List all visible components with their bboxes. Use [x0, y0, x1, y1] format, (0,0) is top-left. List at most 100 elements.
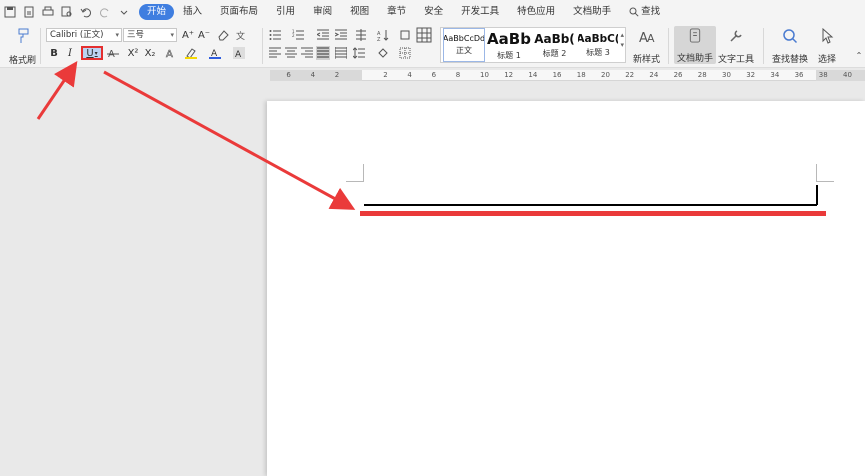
tab-doc-assistant[interactable]: 文档助手: [564, 4, 620, 20]
cursor-arrow-icon: [822, 28, 834, 44]
strikethrough-icon: A: [107, 49, 119, 59]
grow-font-button[interactable]: A⁺: [181, 28, 195, 42]
export-pdf-icon[interactable]: [21, 4, 37, 20]
char-shading-button[interactable]: A: [232, 46, 246, 60]
clear-format-button[interactable]: [216, 28, 230, 42]
justify-button[interactable]: [316, 46, 330, 60]
italic-button[interactable]: I: [63, 46, 77, 60]
find-replace-button[interactable]: 查找替换: [772, 28, 808, 65]
align-right-button[interactable]: [300, 46, 314, 60]
ruler-number: 2: [334, 71, 340, 79]
ruler-number: 22: [625, 71, 635, 79]
superscript-button[interactable]: X²: [126, 46, 140, 60]
tab-features[interactable]: 特色应用: [508, 4, 564, 20]
ruler-number: 28: [697, 71, 707, 79]
shrink-font-button[interactable]: A⁻: [197, 28, 211, 42]
search-tab[interactable]: 查找: [620, 4, 669, 20]
format-painter-button[interactable]: 格式刷: [9, 28, 36, 66]
print-icon[interactable]: [40, 4, 56, 20]
doc-assistant-label: 文档助手: [676, 54, 713, 64]
tab-home[interactable]: 开始: [139, 4, 175, 20]
document-page[interactable]: [267, 101, 865, 476]
superscript-label: X²: [127, 47, 139, 59]
style-normal[interactable]: AaBbCcDd 正文: [443, 28, 485, 62]
numbered-list-button[interactable]: 12: [291, 28, 305, 42]
text-effect-button[interactable]: A: [164, 46, 178, 60]
text-tools-button[interactable]: 文字工具: [718, 28, 754, 65]
style-heading-2[interactable]: AaBb( 标题 2: [532, 28, 577, 62]
shading-button[interactable]: [376, 46, 390, 60]
align-left-button[interactable]: [268, 46, 282, 60]
line-spacing-button[interactable]: [352, 46, 366, 60]
new-style-label: 新样式: [633, 55, 661, 65]
svg-text:2: 2: [292, 33, 295, 38]
font-name-select[interactable]: Calibri (正文) ▾: [46, 28, 122, 42]
chinese-layout-icon: [356, 29, 366, 41]
annotation-highlight-bar: [360, 211, 826, 216]
customize-dropdown-icon[interactable]: [116, 4, 132, 20]
redo-icon[interactable]: [97, 4, 113, 20]
borders-button[interactable]: [398, 46, 412, 60]
tab-references[interactable]: 引用: [267, 4, 304, 20]
ruler-margin-left: [270, 70, 362, 81]
tab-security[interactable]: 安全: [415, 4, 452, 20]
phonetic-guide-button[interactable]: 文: [234, 28, 248, 42]
annotation-arrow-underline: [36, 61, 78, 120]
style-heading-3[interactable]: AaBbC( 标题 3: [578, 28, 618, 62]
tab-insert[interactable]: 插入: [174, 4, 211, 20]
search-label: 查找: [641, 6, 661, 17]
subscript-button[interactable]: X₂: [143, 46, 157, 60]
styles-scroll[interactable]: ▴ ▾: [620, 30, 624, 50]
separator: [668, 28, 669, 64]
format-painter-label: 格式刷: [9, 56, 37, 66]
distribute-button[interactable]: [334, 46, 348, 60]
decrease-indent-button[interactable]: [316, 28, 330, 42]
style-heading-1[interactable]: AaBb 标题 1: [487, 28, 531, 62]
undo-icon[interactable]: [78, 4, 94, 20]
align-right-icon: [301, 47, 313, 58]
show-marks-button[interactable]: [398, 28, 412, 42]
svg-text:A: A: [235, 50, 242, 59]
underline-button[interactable]: U ▾: [81, 46, 103, 60]
style-preview: AaBbCcDd: [443, 34, 485, 43]
search-icon: [629, 7, 639, 17]
eraser-icon: [218, 30, 229, 41]
print-preview-icon[interactable]: [59, 4, 75, 20]
align-center-button[interactable]: [284, 46, 298, 60]
tab-view[interactable]: 视图: [341, 4, 378, 20]
ribbon-collapse-icon[interactable]: ⌃: [852, 48, 865, 62]
svg-text:Z: Z: [377, 37, 381, 41]
chinese-layout-button[interactable]: [354, 28, 368, 42]
tab-review[interactable]: 审阅: [304, 4, 341, 20]
magnifier-icon: [783, 29, 798, 44]
margin-corner-top-right: [816, 164, 834, 182]
doc-assistant-button[interactable]: 文档助手: [674, 26, 716, 64]
ruler-number: 16: [552, 71, 562, 79]
new-style-button[interactable]: AA 新样式: [633, 28, 660, 65]
increase-indent-button[interactable]: [334, 28, 348, 42]
font-size-select[interactable]: 三号 ▾: [123, 28, 177, 42]
strikethrough-button[interactable]: A: [106, 46, 120, 60]
highlight-button[interactable]: [184, 46, 198, 60]
bold-button[interactable]: B: [47, 46, 61, 60]
grow-font-label: A⁺: [181, 29, 195, 41]
ruler-number: 18: [576, 71, 586, 79]
tab-developer[interactable]: 开发工具: [452, 4, 508, 20]
select-button[interactable]: 选择: [818, 28, 836, 65]
horizontal-ruler[interactable]: 6422468101214161820222426283032343638404…: [270, 70, 865, 81]
style-preview: AaBb(: [534, 31, 575, 46]
sort-icon: AZ: [377, 30, 389, 41]
sort-button[interactable]: AZ: [376, 28, 390, 42]
save-icon[interactable]: [2, 4, 18, 20]
ruler-number: 38: [818, 71, 828, 79]
style-name: 标题 1: [497, 50, 521, 60]
ruler-number: 8: [455, 71, 461, 79]
font-color-button[interactable]: A: [208, 46, 222, 60]
tab-chapter[interactable]: 章节: [378, 4, 415, 20]
ruler-number: 14: [528, 71, 538, 79]
menu-bar: 开始 插入 页面布局 引用 审阅 视图 章节 安全 开发工具 特色应用 文档助手…: [0, 0, 865, 24]
bullet-list-button[interactable]: [268, 28, 282, 42]
table-button[interactable]: [416, 27, 432, 43]
ruler-number: 26: [673, 71, 683, 79]
tab-page-layout[interactable]: 页面布局: [211, 4, 267, 20]
